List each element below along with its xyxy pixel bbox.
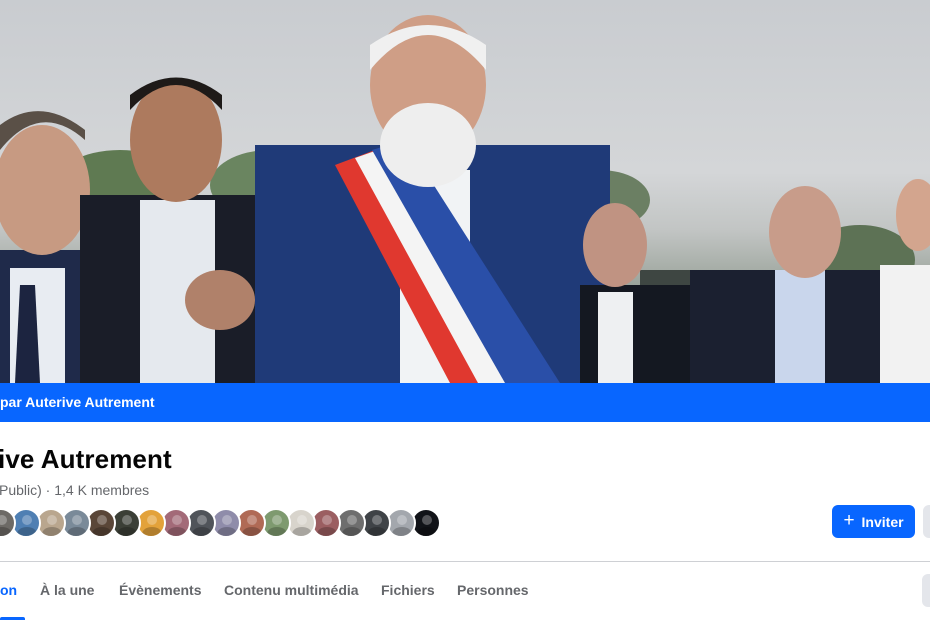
group-tabs: on À la une Évènements Contenu multimédi… (0, 562, 930, 620)
members-count[interactable]: 1,4 K membres (54, 482, 149, 498)
tab-events[interactable]: Évènements (119, 582, 201, 598)
group-meta: Public) · 1,4 K membres (0, 482, 149, 498)
meta-separator: · (41, 482, 55, 498)
plus-icon: + (843, 510, 855, 531)
tab-discussion[interactable]: on (0, 582, 17, 598)
cover-photo (0, 0, 930, 383)
tab-media[interactable]: Contenu multimédia (224, 582, 359, 598)
tab-people[interactable]: Personnes (457, 582, 529, 598)
share-button[interactable] (923, 505, 930, 538)
member-avatars (0, 508, 441, 540)
tab-files[interactable]: Fichiers (381, 582, 435, 598)
more-options-button[interactable] (922, 574, 930, 607)
tab-featured[interactable]: À la une (40, 582, 94, 598)
invite-label: Inviter (861, 513, 904, 530)
group-owner-text: par Auterive Autrement (0, 394, 155, 410)
invite-button[interactable]: + Inviter (832, 505, 915, 538)
group-owner-banner[interactable]: par Auterive Autrement (0, 383, 930, 422)
group-name[interactable]: ive Autrement (0, 444, 172, 475)
privacy-label[interactable]: Public) (0, 482, 42, 498)
cover-photo-illustration (0, 15, 930, 383)
